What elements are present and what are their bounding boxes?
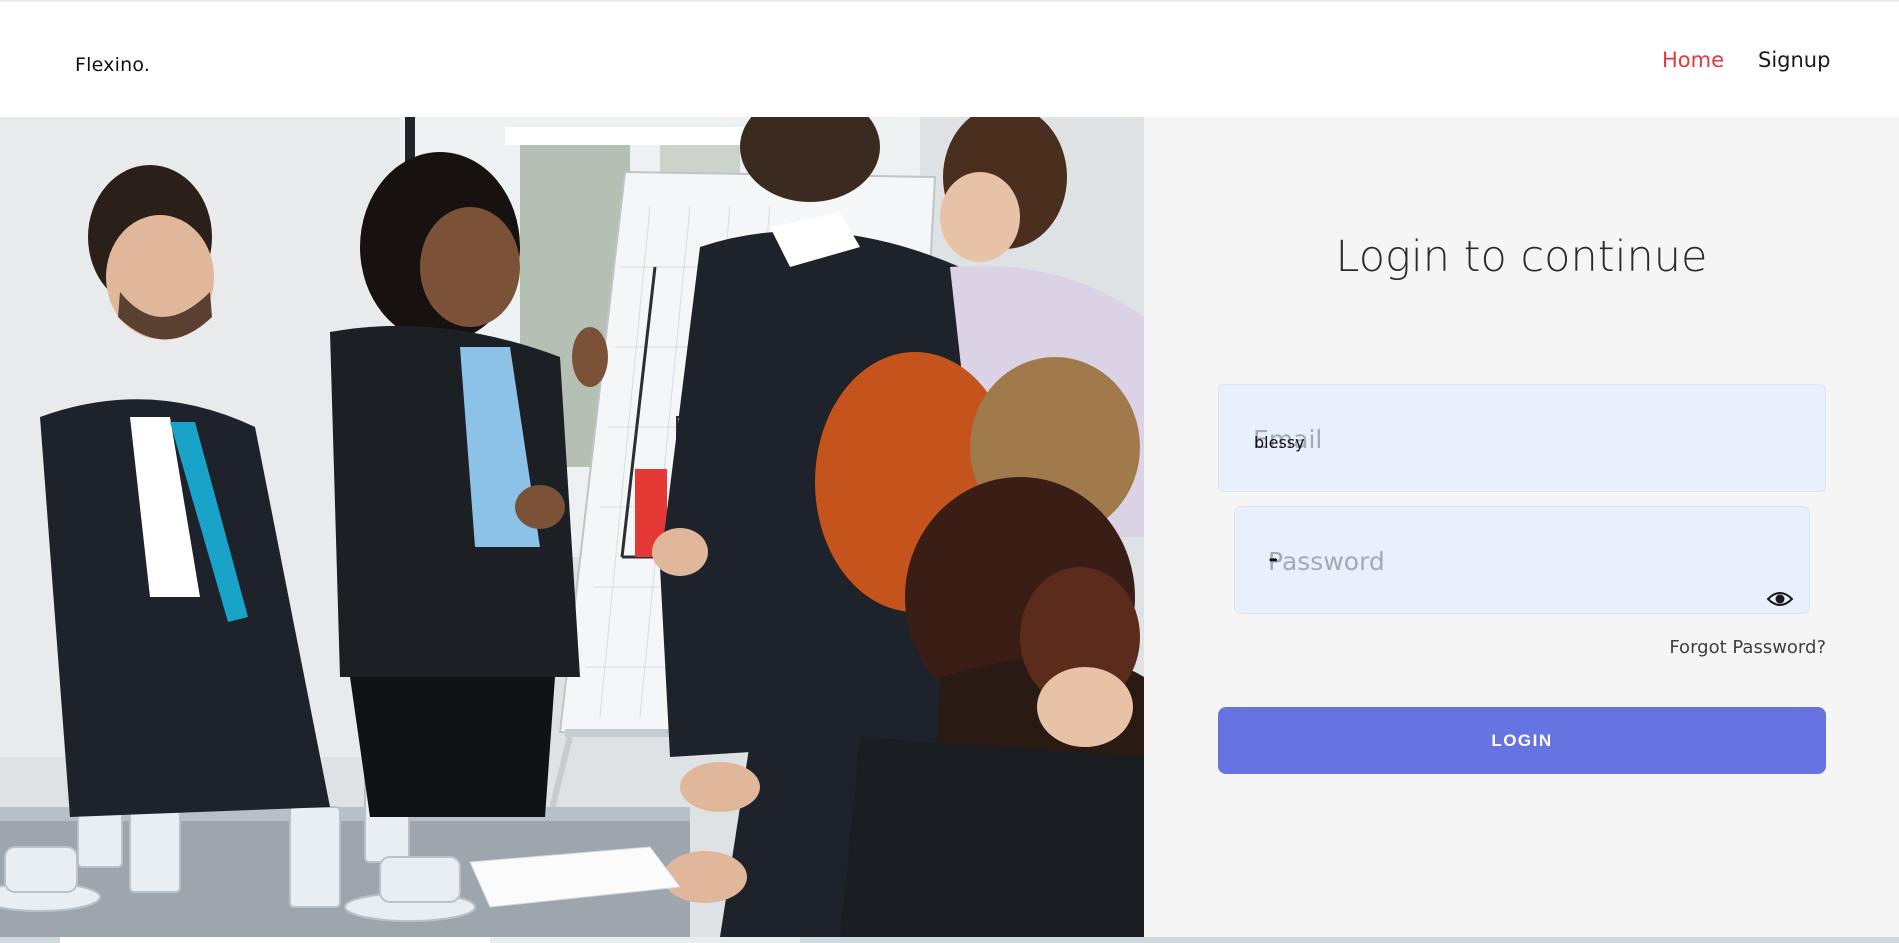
password-masked-value: •••: [1269, 553, 1277, 567]
bottom-strip-segment: [60, 937, 490, 943]
nav-home-link[interactable]: Home: [1662, 48, 1724, 72]
logo[interactable]: Flexino.: [75, 54, 150, 76]
password-placeholder: Password: [1268, 547, 1385, 576]
hero-meeting-image: [0, 117, 1144, 937]
site-header: [0, 2, 1899, 117]
login-button[interactable]: LOGIN: [1218, 707, 1826, 774]
forgot-password-link[interactable]: Forgot Password?: [1600, 637, 1826, 658]
eye-icon[interactable]: [1766, 590, 1794, 608]
email-autofill-value: blessy: [1254, 433, 1305, 452]
nav-signup-link[interactable]: Signup: [1758, 48, 1830, 72]
bottom-strip-segment: [490, 937, 800, 943]
login-title: Login to continue: [1335, 232, 1708, 282]
